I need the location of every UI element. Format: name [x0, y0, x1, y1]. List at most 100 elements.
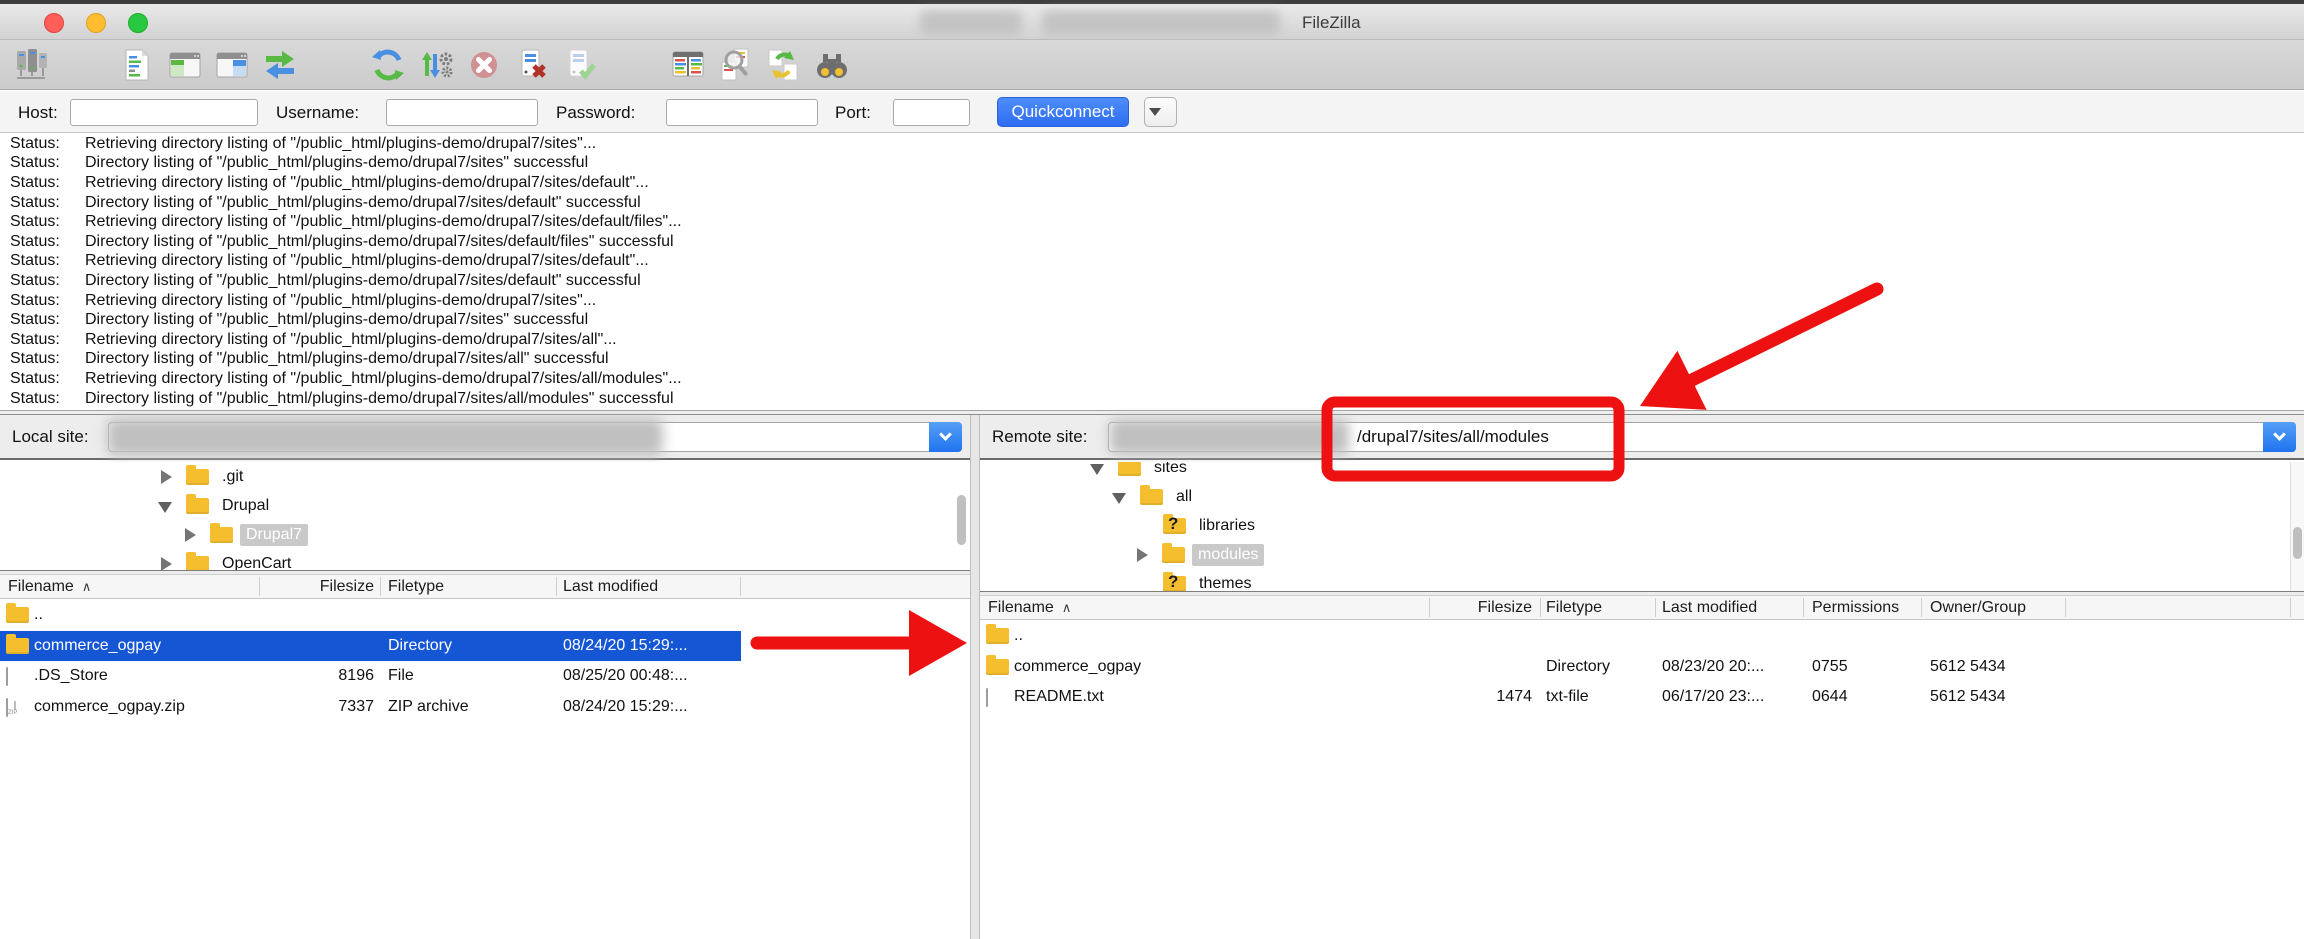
directory-comparison-button[interactable] [668, 45, 708, 85]
collapse-arrow-icon[interactable] [1112, 489, 1128, 505]
log-line: Status:Retrieving directory listing of "… [0, 291, 2304, 311]
zoom-window-button[interactable] [128, 13, 148, 33]
column-header-filesize[interactable]: Filesize [1432, 599, 1532, 617]
synchronized-browsing-button[interactable] [763, 45, 803, 85]
toggle-message-log-button[interactable] [117, 45, 157, 85]
column-header-filename[interactable]: Filename∧ [988, 599, 1071, 617]
local-site-dropdown-button[interactable] [929, 422, 962, 452]
folder-icon [6, 607, 29, 623]
column-divider[interactable] [1655, 598, 1656, 617]
tree-indent-spacer [1135, 576, 1151, 592]
expand-arrow-icon[interactable] [158, 556, 174, 572]
tree-item-modules[interactable]: modules [980, 540, 2304, 569]
message-log: Status:Retrieving directory listing of "… [0, 134, 2304, 410]
remote-site-combobox[interactable]: /drupal7/sites/all/modules [1108, 422, 2296, 452]
find-files-icon [815, 48, 849, 82]
site-manager-button[interactable] [12, 45, 52, 85]
column-divider[interactable] [259, 577, 260, 596]
file-row-updir[interactable]: .. [980, 621, 2304, 652]
column-divider[interactable] [1540, 598, 1541, 617]
close-window-button[interactable] [44, 13, 64, 33]
tree-item-libraries[interactable]: libraries [980, 511, 2304, 540]
local-tree-scrollbar[interactable] [957, 495, 966, 545]
collapse-arrow-icon[interactable] [158, 498, 174, 514]
minimize-window-button[interactable] [86, 13, 106, 33]
collapse-arrow-icon[interactable] [1090, 462, 1106, 476]
column-divider[interactable] [556, 577, 557, 596]
quickconnect-button[interactable]: Quickconnect [997, 97, 1129, 127]
cancel-operation-button[interactable] [464, 45, 504, 85]
column-header-last-modified[interactable]: Last modified [563, 578, 658, 596]
tree-item-themes[interactable]: themes [980, 569, 2304, 592]
cancel-icon [467, 48, 501, 82]
panel-splitter[interactable] [970, 415, 980, 939]
directory-listing-filters-button[interactable] [715, 45, 755, 85]
column-divider[interactable] [1803, 598, 1804, 617]
username-input[interactable] [386, 99, 538, 126]
column-header-owner-group[interactable]: Owner/Group [1930, 599, 2026, 617]
column-header-filetype[interactable]: Filetype [388, 578, 444, 596]
port-label: Port: [835, 103, 871, 123]
expand-arrow-icon[interactable] [182, 527, 198, 543]
log-line: Status:Retrieving directory listing of "… [0, 252, 2304, 272]
expand-arrow-icon[interactable] [158, 469, 174, 485]
folder-icon [986, 659, 1009, 675]
host-input[interactable] [70, 99, 258, 126]
reconnect-icon [563, 48, 597, 82]
folder-icon [986, 628, 1009, 644]
remote-site-dropdown-button[interactable] [2263, 422, 2296, 452]
tree-item-all[interactable]: all [980, 482, 2304, 511]
tree-item-drupal7[interactable]: Drupal7 [0, 520, 970, 549]
column-divider[interactable] [1429, 598, 1430, 617]
port-input[interactable] [893, 99, 970, 126]
local-directory-tree: .git Drupal Drupal7 OpenCart [0, 462, 970, 571]
tree-item-sites[interactable]: sites [980, 462, 2304, 482]
column-header-last-modified[interactable]: Last modified [1662, 599, 1757, 617]
file-row-commerce-ogpay[interactable]: commerce_ogpay Directory 08/23/20 20:...… [980, 652, 2304, 683]
unknown-folder-icon [1163, 518, 1186, 534]
column-header-filesize[interactable]: Filesize [264, 578, 374, 596]
chevron-down-icon [2273, 428, 2286, 441]
disconnect-button[interactable] [512, 45, 552, 85]
remote-panel: Remote site: /drupal7/sites/all/modules … [980, 415, 2304, 939]
column-divider[interactable] [380, 577, 381, 596]
log-line: Status:Directory listing of "/public_htm… [0, 271, 2304, 291]
toggle-transfer-queue-button[interactable] [260, 45, 300, 85]
log-line: Status:Retrieving directory listing of "… [0, 173, 2304, 193]
expand-arrow-icon[interactable] [1134, 547, 1150, 563]
process-queue-button[interactable] [416, 45, 456, 85]
toggle-local-tree-button[interactable] [165, 45, 205, 85]
reconnect-button[interactable] [560, 45, 600, 85]
file-row-commerce-ogpay-zip[interactable]: commerce_ogpay.zip 7337 ZIP archive 08/2… [0, 692, 970, 723]
file-row-readme-txt[interactable]: README.txt 1474 txt-file 06/17/20 23:...… [980, 682, 2304, 713]
refresh-button[interactable] [368, 45, 408, 85]
folder-icon [210, 527, 233, 543]
local-site-bar: Local site: [0, 415, 970, 460]
tree-item-clipped[interactable]: OpenCart [0, 549, 970, 571]
toggle-remote-tree-button[interactable] [212, 45, 252, 85]
column-header-filetype[interactable]: Filetype [1546, 599, 1602, 617]
column-divider[interactable] [740, 577, 741, 596]
file-row-commerce-ogpay[interactable]: commerce_ogpay Directory 08/24/20 15:29:… [0, 631, 741, 662]
column-divider[interactable] [1921, 598, 1922, 617]
site-manager-icon [15, 48, 49, 82]
quickconnect-dropdown-button[interactable] [1144, 97, 1177, 127]
column-divider[interactable] [2065, 598, 2066, 617]
column-header-filename[interactable]: Filename∧ [8, 578, 91, 596]
column-header-permissions[interactable]: Permissions [1812, 599, 1899, 617]
remote-tree-scrollbar[interactable] [2293, 527, 2302, 559]
column-divider[interactable] [2290, 598, 2291, 617]
password-input[interactable] [666, 99, 818, 126]
file-row-ds-store[interactable]: .DS_Store 8196 File 08/25/20 00:48:... [0, 661, 970, 692]
local-site-combobox[interactable] [108, 422, 962, 452]
file-row-updir[interactable]: .. [0, 600, 970, 631]
tree-item-drupal[interactable]: Drupal [0, 491, 970, 520]
find-files-button[interactable] [812, 45, 852, 85]
directory-listing-filters-icon [718, 48, 752, 82]
local-panel: Local site: .git Drupal [0, 415, 970, 939]
log-line: Status:Retrieving directory listing of "… [0, 212, 2304, 232]
tree-item-git[interactable]: .git [0, 462, 970, 491]
folder-icon [1140, 489, 1163, 505]
log-line: Status:Directory listing of "/public_htm… [0, 389, 2304, 409]
local-site-label: Local site: [12, 427, 89, 447]
